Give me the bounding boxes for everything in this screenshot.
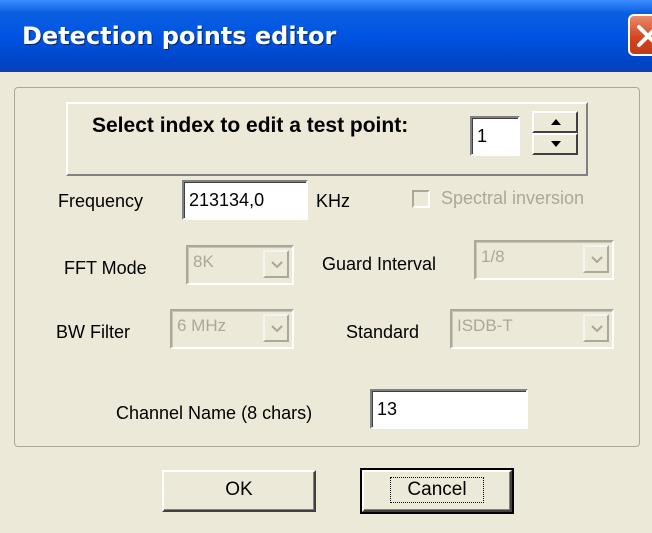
standard-label: Standard (346, 322, 420, 342)
standard-value: ISDB-T (457, 316, 513, 335)
channel-name-input[interactable]: 13 (370, 389, 528, 429)
index-label: Select index to edit a test point: (92, 114, 409, 137)
fft-mode-dropdown-button[interactable] (263, 250, 289, 278)
channel-name-label: Channel Name (8 chars) (116, 403, 313, 423)
down-arrow-icon (551, 141, 561, 147)
close-button[interactable] (628, 14, 652, 56)
spin-down-button[interactable] (532, 133, 578, 155)
bw-filter-label: BW Filter (56, 322, 130, 342)
cancel-button-label: Cancel (390, 477, 484, 503)
close-icon (637, 25, 652, 47)
index-input[interactable]: 1 (470, 116, 520, 156)
bw-filter-dropdown-button[interactable] (263, 314, 289, 342)
fft-mode-value: 8K (193, 252, 214, 271)
chevron-down-icon (271, 261, 283, 268)
frequency-label: Frequency (58, 191, 144, 211)
window-title: Detection points editor (22, 22, 337, 50)
chevron-down-icon (591, 325, 603, 332)
cancel-button[interactable]: Cancel (360, 468, 514, 514)
spin-up-button[interactable] (532, 111, 578, 133)
frequency-input[interactable]: 213134,0 (182, 180, 308, 220)
chevron-down-icon (591, 256, 603, 263)
guard-interval-select[interactable]: 1/8 (474, 240, 614, 280)
spectral-inversion-checkbox[interactable] (412, 190, 430, 208)
fft-mode-select[interactable]: 8K (186, 245, 294, 285)
ok-button-label: OK (225, 479, 253, 500)
guard-interval-dropdown-button[interactable] (583, 245, 609, 273)
title-bar[interactable]: Detection points editor (0, 0, 652, 72)
ok-button[interactable]: OK (162, 470, 316, 512)
bw-filter-value: 6 MHz (177, 316, 227, 335)
spectral-inversion-label: Spectral inversion (441, 188, 585, 208)
bw-filter-select[interactable]: 6 MHz (170, 309, 294, 349)
dialog-window: Detection points editor Select index to … (0, 0, 652, 533)
guard-interval-value: 1/8 (481, 247, 505, 266)
up-arrow-icon (551, 119, 561, 125)
frequency-unit: KHz (316, 191, 351, 211)
chevron-down-icon (271, 325, 283, 332)
standard-select[interactable]: ISDB-T (450, 309, 614, 349)
standard-dropdown-button[interactable] (583, 314, 609, 342)
fft-mode-label: FFT Mode (64, 258, 147, 278)
guard-interval-label: Guard Interval (322, 254, 437, 274)
